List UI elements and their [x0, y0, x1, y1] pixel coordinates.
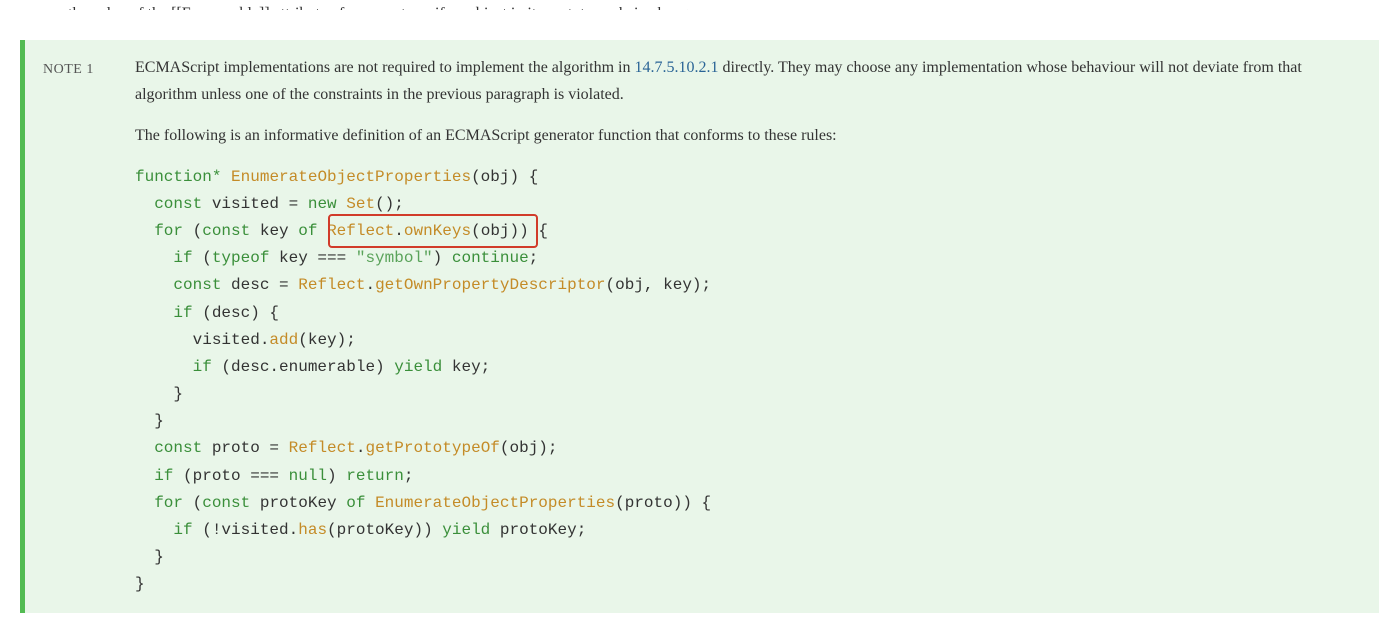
code-token: has [298, 521, 327, 539]
code-token: null [289, 467, 327, 485]
code-token: EnumerateObjectProperties [231, 168, 471, 186]
code-token: key; [442, 358, 490, 376]
code-token: (obj) { [471, 168, 538, 186]
code-token: Reflect [327, 222, 394, 240]
code-token: . [365, 276, 375, 294]
code-token: (!visited. [193, 521, 299, 539]
code-token: continue [452, 249, 529, 267]
code-token [135, 439, 154, 457]
code-token [135, 304, 173, 322]
code-token: ) [327, 467, 346, 485]
code-token: typeof [212, 249, 270, 267]
truncated-prior-text: the value of the [[Enumerable]] attribut… [20, 0, 1379, 10]
code-token: (obj); [500, 439, 558, 457]
code-token [135, 494, 154, 512]
code-token: Reflect [298, 276, 365, 294]
code-token: if [193, 358, 212, 376]
code-token: (desc.enumerable) [212, 358, 394, 376]
code-token: if [154, 467, 173, 485]
code-token: visited. [135, 331, 269, 349]
code-token: function* [135, 168, 221, 186]
code-token: (obj)) { [471, 222, 548, 240]
code-token: of [298, 222, 317, 240]
code-token [135, 276, 173, 294]
code-token: protoKey [250, 494, 346, 512]
code-token: yield [394, 358, 442, 376]
code-token: } [135, 575, 145, 593]
code-token: getOwnPropertyDescriptor [375, 276, 605, 294]
code-token [221, 168, 231, 186]
code-token: return [346, 467, 404, 485]
code-token: } [135, 412, 164, 430]
code-token: getPrototypeOf [365, 439, 499, 457]
code-token: add [269, 331, 298, 349]
code-token: key [250, 222, 298, 240]
code-token [317, 222, 327, 240]
code-token: } [135, 385, 183, 403]
note-inner: NOTE 1 ECMAScript implementations are no… [43, 54, 1361, 599]
prior-line: the value of the [[Enumerable]] attribut… [68, 5, 706, 10]
code-token: ; [529, 249, 539, 267]
code-block: function* EnumerateObjectProperties(obj)… [135, 164, 1361, 599]
code-token [135, 358, 193, 376]
code-token: const [202, 222, 250, 240]
code-token: key === [269, 249, 355, 267]
note-text: ECMAScript implementations are not requi… [135, 59, 634, 76]
code-token: ( [183, 494, 202, 512]
code-token: (key); [298, 331, 356, 349]
code-token [365, 494, 375, 512]
code-token: ) [433, 249, 452, 267]
code-token: EnumerateObjectProperties [375, 494, 615, 512]
code-token: const [202, 494, 250, 512]
code-token: ownKeys [404, 222, 471, 240]
code-token: . [394, 222, 404, 240]
code-token [337, 195, 347, 213]
code-token: } [135, 548, 164, 566]
code-token: proto = [202, 439, 288, 457]
note-paragraph-2: The following is an informative definiti… [135, 122, 1361, 149]
code-token: const [154, 195, 202, 213]
note-content: ECMAScript implementations are not requi… [135, 54, 1361, 599]
spec-link-14-7-5-10-2-1[interactable]: 14.7.5.10.2.1 [634, 59, 718, 76]
code-token: for [154, 222, 183, 240]
code-token: Reflect [289, 439, 356, 457]
code-token: for [154, 494, 183, 512]
code-token [135, 222, 154, 240]
code-token: visited = [202, 195, 308, 213]
code-token: (); [375, 195, 404, 213]
note-box: NOTE 1 ECMAScript implementations are no… [20, 40, 1379, 613]
code-token: yield [442, 521, 490, 539]
code-token: const [173, 276, 221, 294]
code-token: protoKey; [490, 521, 586, 539]
code-token: desc = [221, 276, 298, 294]
code-token [135, 467, 154, 485]
note-paragraph-1: ECMAScript implementations are not requi… [135, 54, 1361, 108]
code-token: (obj, key); [606, 276, 712, 294]
code-token: ( [183, 222, 202, 240]
code-token: "symbol" [356, 249, 433, 267]
note-label: NOTE 1 [43, 54, 135, 82]
code-token [135, 195, 154, 213]
code-token: (proto)) { [615, 494, 711, 512]
code-token: Set [346, 195, 375, 213]
code-token [135, 521, 173, 539]
code-token: (proto === [173, 467, 288, 485]
code-token: const [154, 439, 202, 457]
code-token: ( [193, 249, 212, 267]
code-token: if [173, 249, 192, 267]
code-token [135, 249, 173, 267]
code-token: of [346, 494, 365, 512]
code-token: (desc) { [193, 304, 279, 322]
code-token: ; [404, 467, 414, 485]
code-token: new [308, 195, 337, 213]
code-token: if [173, 304, 192, 322]
code-token: (protoKey)) [327, 521, 442, 539]
code-token: if [173, 521, 192, 539]
